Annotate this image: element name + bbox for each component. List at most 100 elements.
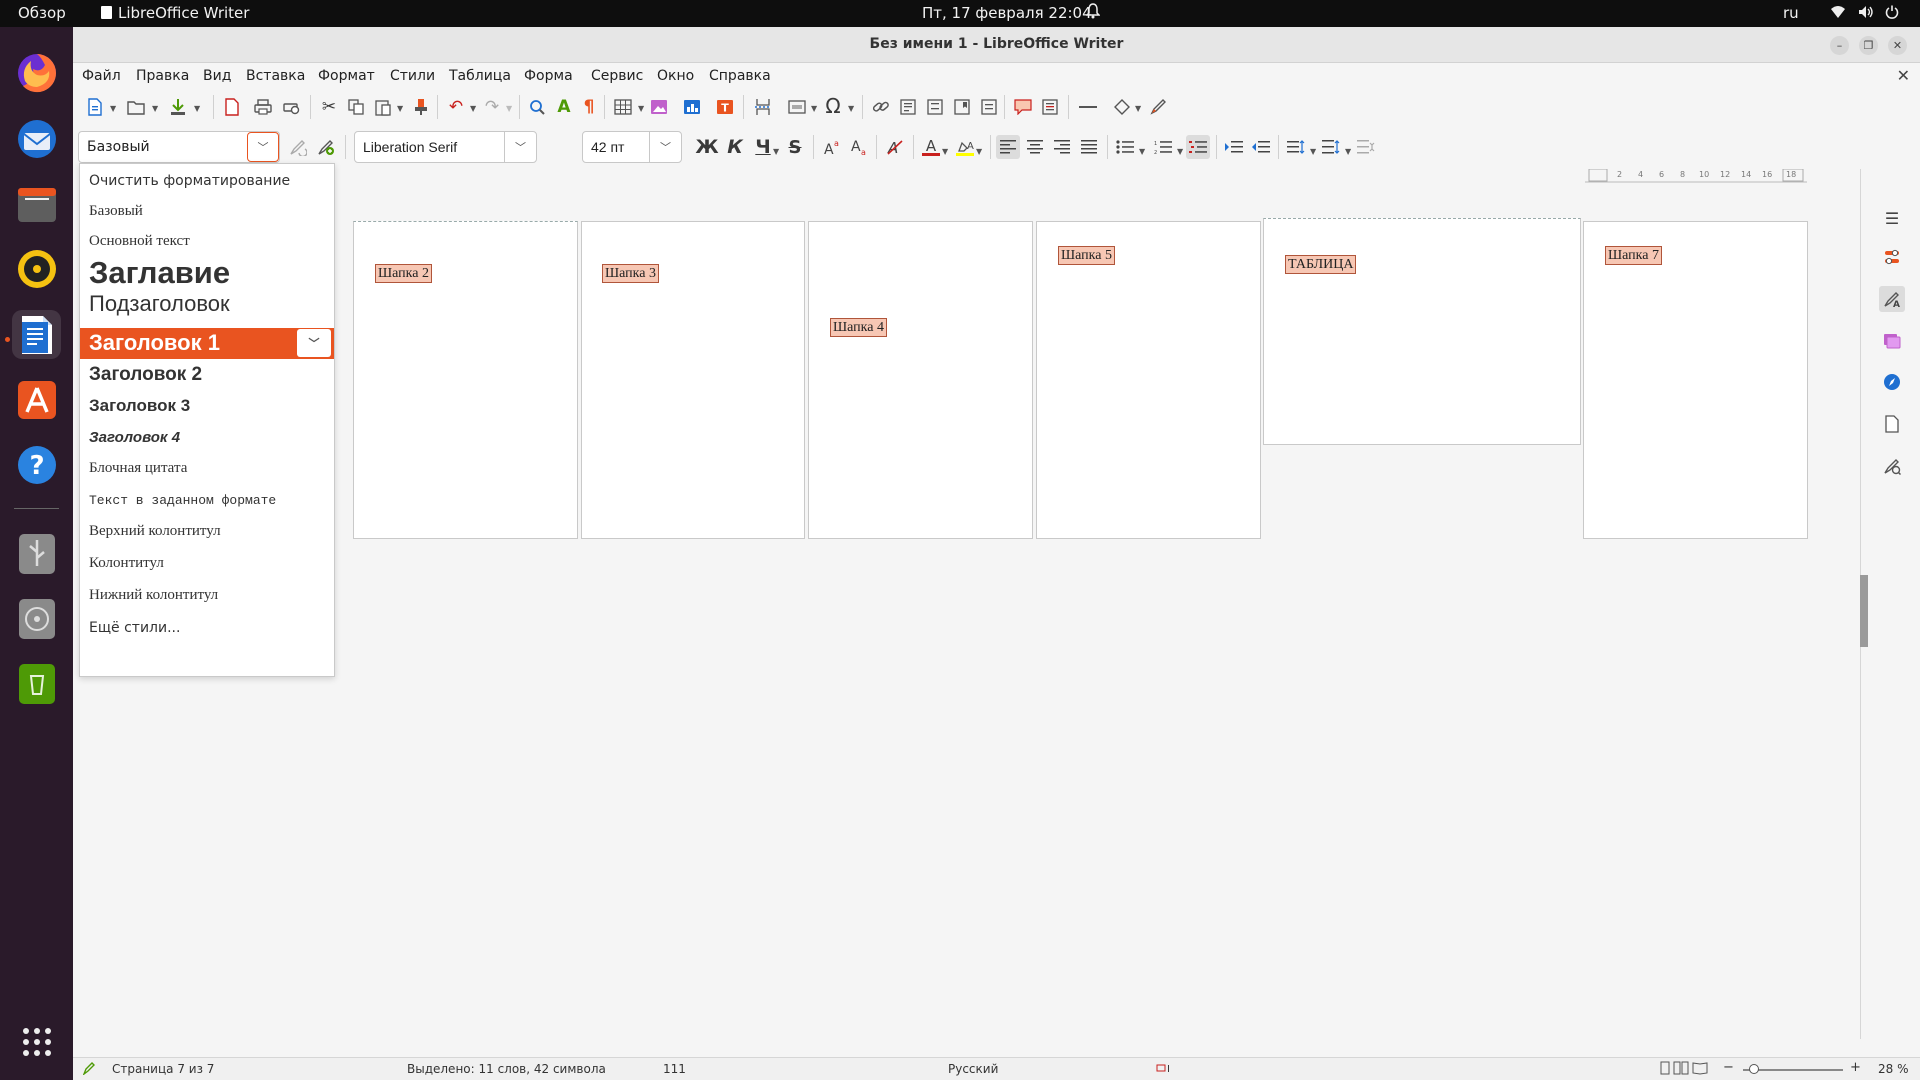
find-replace-icon[interactable] — [525, 95, 549, 119]
open-dropdown-icon[interactable]: ▼ — [152, 104, 158, 113]
highlight-dropdown-icon[interactable]: ▼ — [976, 147, 982, 156]
style-item-heading-1[interactable]: Заголовок 1 ﹀ — [80, 328, 334, 359]
zoom-in-button[interactable]: + — [1850, 1060, 1861, 1075]
special-character-icon[interactable]: Ω — [821, 94, 845, 118]
document-area[interactable]: Шапка 2 Шапка 3 Шапка 4 Шапка 5 ТАБЛИЦА … — [73, 169, 1859, 1039]
font-size-combo[interactable]: 42 пт ﹀ — [582, 131, 682, 163]
paste-icon[interactable] — [371, 95, 395, 119]
undo-dropdown-icon[interactable]: ▼ — [470, 104, 476, 113]
bell-icon[interactable] — [1085, 3, 1101, 23]
sidebar-collapse-handle[interactable] — [1860, 575, 1868, 647]
special-character-dropdown-icon[interactable]: ▼ — [848, 104, 854, 113]
page-5[interactable]: Шапка 5 — [1036, 221, 1261, 539]
multi-page-view-icon[interactable] — [1673, 1061, 1689, 1078]
increase-indent-icon[interactable] — [1222, 135, 1246, 159]
maximize-button[interactable]: ❐ — [1859, 36, 1878, 55]
paste-dropdown-icon[interactable]: ▼ — [397, 104, 403, 113]
rhythmbox-icon[interactable] — [12, 244, 61, 293]
style-item-body-text[interactable]: Основной текст — [80, 228, 334, 256]
insert-chart-icon[interactable] — [680, 95, 704, 119]
active-app-menu[interactable]: LibreOffice Writer — [101, 4, 249, 22]
insert-textbox-icon[interactable]: T — [713, 95, 737, 119]
menu-window[interactable]: Окно — [657, 68, 694, 84]
menu-view[interactable]: Вид — [203, 68, 231, 84]
document-modified-icon[interactable] — [82, 1061, 95, 1078]
style-item-subtitle[interactable]: Подзаголовок — [80, 291, 334, 318]
word-count-status[interactable]: Выделено: 11 слов, 42 символа — [407, 1062, 606, 1076]
bullet-dropdown-icon[interactable]: ▼ — [1139, 147, 1145, 156]
superscript-icon[interactable]: Aa — [820, 135, 844, 159]
insert-field-icon[interactable] — [785, 95, 809, 119]
insert-mode-icon[interactable]: I — [1156, 1062, 1174, 1077]
cut-icon[interactable]: ✂ — [317, 95, 341, 119]
justify-button[interactable] — [1077, 135, 1101, 159]
bookmark-icon[interactable] — [950, 95, 974, 119]
menu-tools[interactable]: Сервис — [591, 68, 643, 84]
keyboard-layout-indicator[interactable]: ru — [1783, 4, 1799, 22]
header-field[interactable]: Шапка 3 — [602, 264, 659, 283]
zoom-slider-handle[interactable] — [1749, 1064, 1759, 1074]
ruler[interactable]: 2 4 6 8 10 12 14 16 18 — [1585, 168, 1807, 183]
endnote-icon[interactable] — [923, 95, 947, 119]
page-icon[interactable] — [1879, 411, 1905, 437]
disc-icon[interactable] — [12, 594, 61, 643]
style-item-footer[interactable]: Нижний колонтитул — [80, 581, 334, 611]
insert-table-icon[interactable] — [611, 95, 635, 119]
cross-reference-icon[interactable] — [977, 95, 1001, 119]
page-break-icon[interactable] — [751, 95, 775, 119]
line-spacing-icon[interactable] — [1284, 135, 1308, 159]
navigator-icon[interactable] — [1879, 369, 1905, 395]
style-dropdown-button[interactable]: ﹀ — [247, 132, 279, 162]
files-icon[interactable] — [12, 179, 61, 228]
menu-format[interactable]: Формат — [318, 68, 375, 84]
libreoffice-writer-icon[interactable] — [12, 310, 61, 359]
align-center-button[interactable] — [1023, 135, 1047, 159]
properties-icon[interactable] — [1879, 244, 1905, 270]
font-color-icon[interactable]: A — [919, 135, 943, 159]
new-dropdown-icon[interactable]: ▼ — [110, 104, 116, 113]
print-preview-icon[interactable] — [280, 95, 304, 119]
menu-edit[interactable]: Правка — [136, 68, 189, 84]
page-style-status[interactable]: 111 — [663, 1062, 686, 1076]
style-item-heading-3[interactable]: Заголовок 3 — [80, 392, 334, 422]
align-left-button[interactable] — [996, 135, 1020, 159]
hyperlink-icon[interactable] — [869, 95, 893, 119]
show-apps-icon[interactable] — [12, 1017, 61, 1066]
font-color-dropdown-icon[interactable]: ▼ — [942, 147, 948, 156]
menu-form[interactable]: Форма — [524, 68, 573, 84]
print-icon[interactable] — [251, 95, 275, 119]
italic-button[interactable]: К — [723, 135, 747, 159]
menu-file[interactable]: Файл — [82, 68, 121, 84]
clone-formatting-icon[interactable] — [409, 95, 433, 119]
header-field[interactable]: Шапка 2 — [375, 264, 432, 283]
zoom-level[interactable]: 28 % — [1878, 1062, 1909, 1076]
thunderbird-icon[interactable] — [12, 114, 61, 163]
minimize-button[interactable]: – — [1830, 36, 1849, 55]
gallery-icon[interactable] — [1879, 327, 1905, 353]
shapes-dropdown-icon[interactable]: ▼ — [1135, 104, 1141, 113]
style-item-default[interactable]: Базовый — [80, 198, 334, 226]
activities-button[interactable]: Обзор — [18, 4, 66, 22]
insert-comment-icon[interactable] — [1011, 95, 1035, 119]
menu-insert[interactable]: Вставка — [246, 68, 305, 84]
bold-button[interactable]: Ж — [695, 135, 719, 159]
style-item-heading-2[interactable]: Заголовок 2 — [80, 361, 334, 391]
update-style-icon[interactable] — [286, 135, 310, 159]
formatting-marks-icon[interactable]: ¶ — [577, 95, 601, 119]
numbered-dropdown-icon[interactable]: ▼ — [1177, 147, 1183, 156]
redo-dropdown-icon[interactable]: ▼ — [506, 104, 512, 113]
table-dropdown-icon[interactable]: ▼ — [638, 104, 644, 113]
help-icon[interactable]: ? — [12, 440, 61, 489]
title-bar[interactable]: Без имени 1 - LibreOffice Writer – ❐ ✕ — [73, 27, 1920, 63]
subscript-icon[interactable]: Aa — [847, 135, 871, 159]
footnote-icon[interactable] — [896, 95, 920, 119]
align-right-button[interactable] — [1050, 135, 1074, 159]
copy-icon[interactable] — [344, 95, 368, 119]
manage-changes-icon[interactable] — [1879, 453, 1905, 479]
page-2[interactable]: Шапка 2 — [353, 221, 578, 539]
field-dropdown-icon[interactable]: ▼ — [811, 104, 817, 113]
menu-table[interactable]: Таблица — [449, 68, 511, 84]
style-item-heading-4[interactable]: Заголовок 4 — [80, 423, 334, 453]
style-item-preformatted[interactable]: Текст в заданном формате — [80, 486, 334, 516]
font-size-dropdown-button[interactable]: ﹀ — [649, 132, 681, 162]
